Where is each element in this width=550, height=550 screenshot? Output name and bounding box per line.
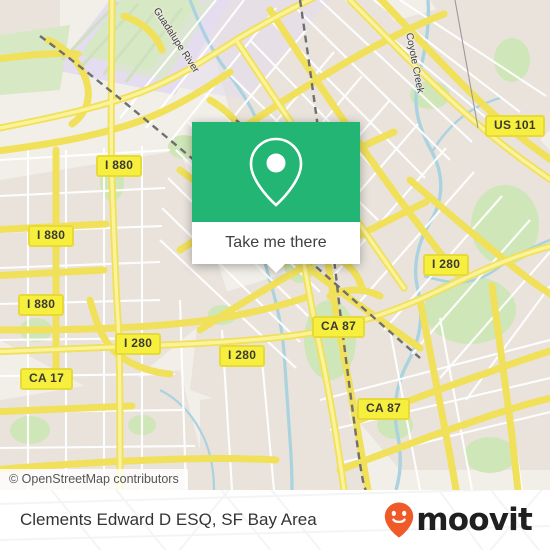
take-me-there-button[interactable]: Take me there: [192, 222, 360, 273]
highway-shield-ca87-2[interactable]: CA 87: [357, 398, 411, 420]
highway-shield-i880-3[interactable]: I 880: [18, 294, 65, 316]
highway-shield-i880-2[interactable]: I 880: [28, 225, 75, 247]
highway-shield-i880-1[interactable]: I 880: [96, 155, 143, 177]
highway-shield-us101[interactable]: US 101: [485, 115, 545, 137]
highway-shield-i280-3[interactable]: I 280: [423, 254, 470, 276]
highway-shield-ca87-1[interactable]: CA 87: [312, 316, 366, 338]
footer-bar: Clements Edward D ESQ, SF Bay Area moovi…: [0, 490, 550, 550]
highway-shield-ca17[interactable]: CA 17: [20, 368, 74, 390]
page-title: Clements Edward D ESQ, SF Bay Area: [20, 510, 317, 529]
moovit-wordmark: moovit: [416, 501, 533, 538]
moovit-logo[interactable]: moovit: [384, 501, 533, 538]
take-me-there-label: Take me there: [225, 234, 327, 251]
popup-tail-pointer: [267, 264, 285, 273]
highway-shield-i280-1[interactable]: I 280: [115, 333, 162, 355]
osm-attribution[interactable]: © OpenStreetMap contributors: [0, 469, 188, 490]
highway-shield-i280-2[interactable]: I 280: [219, 345, 266, 367]
location-popup-card[interactable]: Take me there: [192, 122, 360, 273]
map-pin-icon: [249, 137, 303, 207]
moovit-pin-smile-icon: [385, 502, 414, 538]
map-canvas[interactable]: Coyote Creek Guadalupe River é I 880 I 8…: [0, 0, 550, 490]
popup-pin-panel: [192, 122, 360, 222]
